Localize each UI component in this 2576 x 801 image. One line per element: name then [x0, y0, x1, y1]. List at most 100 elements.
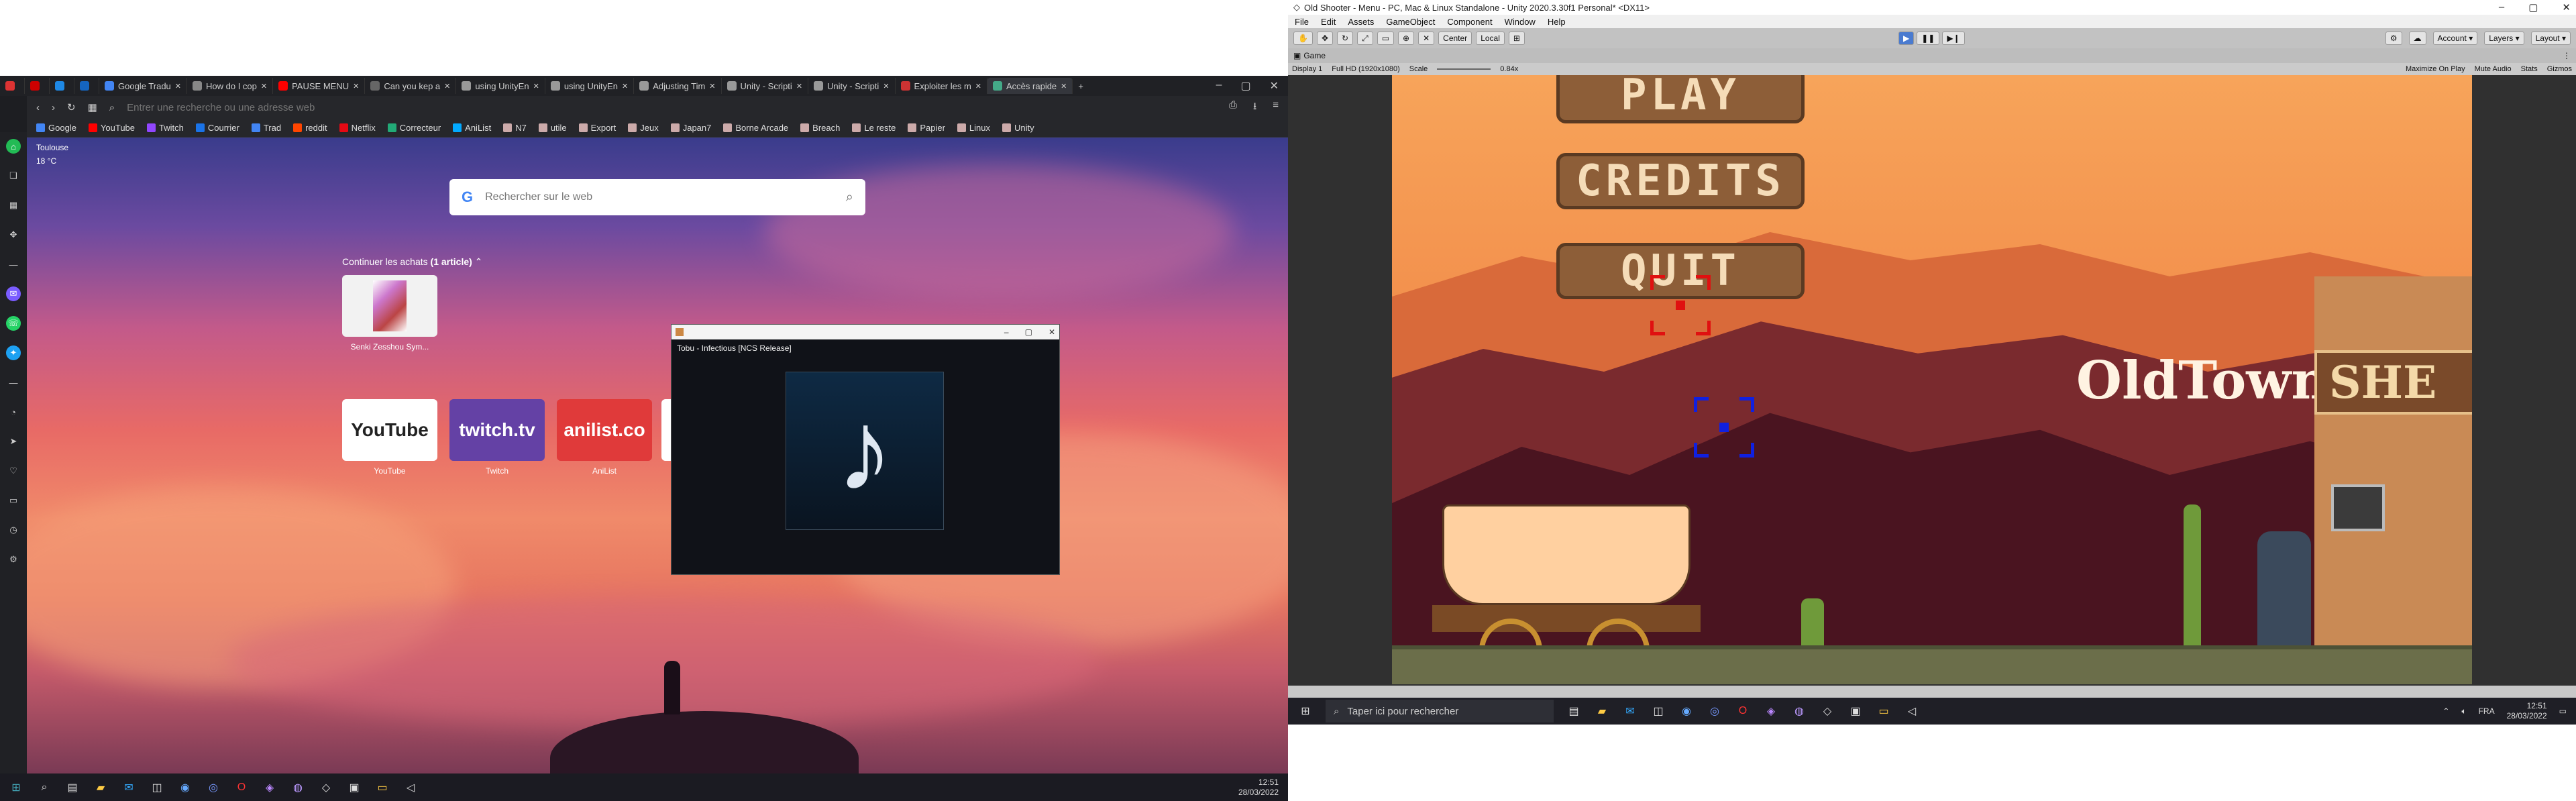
maximize-on-play-toggle[interactable]: Maximize On Play: [2406, 65, 2465, 73]
hand-tool-button[interactable]: ✋: [1293, 32, 1313, 45]
tab-close-icon[interactable]: ✕: [796, 82, 802, 91]
browser-tab[interactable]: Unity - Scripti ✕: [808, 78, 896, 94]
pivot-center-button[interactable]: Center: [1438, 32, 1472, 45]
rotate-tool-button[interactable]: ↻: [1337, 32, 1354, 45]
tab-close-icon[interactable]: ✕: [261, 82, 267, 91]
reload-icon[interactable]: ↻: [67, 101, 76, 113]
tab-close-icon[interactable]: ✕: [175, 82, 181, 91]
discord-icon[interactable]: ◎: [205, 780, 221, 796]
steam-icon[interactable]: ◉: [1678, 703, 1695, 719]
player-maximize-button[interactable]: ▢: [1025, 327, 1032, 337]
bookmark-item[interactable]: Export: [578, 123, 616, 133]
browser-tab[interactable]: Exploiter les m ✕: [896, 78, 988, 94]
bookmark-item[interactable]: Courrier: [195, 123, 239, 133]
rect-tool-button[interactable]: ▭: [1377, 32, 1395, 45]
weather-widget[interactable]: Toulouse 18 °C: [36, 143, 68, 166]
tab-close-icon[interactable]: ✕: [622, 82, 628, 91]
unity-hub-icon[interactable]: ◇: [1819, 703, 1835, 719]
grid-snap-button[interactable]: ⊞: [1508, 32, 1525, 45]
speed-dial-tile[interactable]: anilist.co: [557, 399, 652, 461]
speed-dial-tile[interactable]: twitch.tv: [449, 399, 545, 461]
bookmark-item[interactable]: Correcteur: [387, 123, 441, 133]
file-explorer-icon[interactable]: ▰: [93, 780, 109, 796]
menu-gameobject[interactable]: GameObject: [1386, 17, 1435, 27]
bookmark-item[interactable]: reddit: [293, 123, 327, 133]
bookmark-item[interactable]: Jeux: [628, 123, 659, 133]
discord-icon[interactable]: ◎: [1707, 703, 1723, 719]
bookmark-item[interactable]: Le reste: [852, 123, 896, 133]
folder-icon[interactable]: ▭: [1876, 703, 1892, 719]
back-icon[interactable]: ‹: [36, 102, 40, 113]
visual-studio-icon[interactable]: ◈: [262, 780, 278, 796]
taskbar-search[interactable]: ⌕ Taper ici pour rechercher: [1326, 700, 1554, 723]
bookmark-item[interactable]: utile: [538, 123, 567, 133]
bookmark-item[interactable]: YouTube: [88, 123, 135, 133]
tab-close-icon[interactable]: ✕: [975, 82, 981, 91]
tab-close-icon[interactable]: ✕: [1061, 82, 1067, 91]
github-icon[interactable]: ◍: [1791, 703, 1807, 719]
history-icon[interactable]: ◔: [6, 405, 21, 419]
opera-icon[interactable]: O: [1735, 703, 1751, 719]
start-icon[interactable]: ⊞: [1297, 703, 1313, 719]
browser-tab[interactable]: Can you kep a ✕: [365, 78, 457, 94]
github-icon[interactable]: ◍: [290, 780, 306, 796]
tray-chevron-icon[interactable]: ⌃: [2443, 706, 2449, 716]
folder-icon[interactable]: ▭: [374, 780, 390, 796]
game-render[interactable]: PLAY CREDITS QUIT OldTown SHE: [1392, 75, 2472, 684]
custom-tool-button[interactable]: ✕: [1418, 32, 1435, 45]
store-icon[interactable]: ◫: [1650, 703, 1666, 719]
browser-tab[interactable]: [0, 78, 25, 94]
bookmark-item[interactable]: Trad: [251, 123, 281, 133]
browser-tab[interactable]: [50, 78, 74, 94]
unity-editor-icon[interactable]: ◁: [402, 780, 419, 796]
bookmark-item[interactable]: Google: [36, 123, 76, 133]
grid-icon[interactable]: ▦: [88, 101, 97, 113]
notepad-icon[interactable]: ▣: [1847, 703, 1864, 719]
player-minimize-button[interactable]: –: [1004, 327, 1009, 337]
play-button[interactable]: ▶: [1898, 32, 1915, 45]
menu-assets[interactable]: Assets: [1348, 17, 1374, 27]
tab-close-icon[interactable]: ✕: [533, 82, 539, 91]
menu-file[interactable]: File: [1295, 17, 1309, 27]
credits-menu-button[interactable]: CREDITS: [1556, 153, 1805, 209]
twitter-icon[interactable]: ✦: [6, 345, 21, 360]
bookmark-item[interactable]: Japan7: [670, 123, 711, 133]
scale-slider[interactable]: [1437, 68, 1491, 70]
clock-icon[interactable]: ◷: [6, 523, 21, 537]
browser-tab[interactable]: using UnityEn ✕: [545, 78, 635, 94]
store-icon[interactable]: ◫: [149, 780, 165, 796]
browser-tab[interactable]: PAUSE MENU ✕: [273, 78, 366, 94]
bookmark-item[interactable]: Borne Arcade: [723, 123, 788, 133]
menu-edit[interactable]: Edit: [1321, 17, 1336, 27]
menu-window[interactable]: Window: [1505, 17, 1536, 27]
unity-hub-icon[interactable]: ◇: [318, 780, 334, 796]
transform-tool-button[interactable]: ⊕: [1398, 32, 1415, 45]
home-icon[interactable]: ⌂: [6, 139, 21, 154]
notifications-icon[interactable]: ▭: [2559, 706, 2567, 716]
language-indicator[interactable]: FRA: [2479, 706, 2495, 716]
tab-close-icon[interactable]: ✕: [444, 82, 450, 91]
menu-help[interactable]: Help: [1548, 17, 1566, 27]
menu-component[interactable]: Component: [1447, 17, 1492, 27]
speed-dial-tile[interactable]: YouTube: [342, 399, 437, 461]
bookmarks-icon[interactable]: ❏: [6, 168, 21, 183]
browser-tab[interactable]: Unity - Scripti ✕: [722, 78, 809, 94]
tab-close-icon[interactable]: ✕: [883, 82, 889, 91]
workspaces-icon[interactable]: ▦: [6, 198, 21, 213]
file-explorer-icon[interactable]: ▰: [1594, 703, 1610, 719]
layers-dropdown[interactable]: Layers ▾: [2484, 32, 2524, 45]
chevron-up-icon[interactable]: ⌃: [475, 256, 483, 267]
bookmark-item[interactable]: AniList: [453, 123, 491, 133]
games-icon[interactable]: ✥: [6, 227, 21, 242]
scale-tool-button[interactable]: ⤢: [1357, 32, 1373, 45]
bookmark-item[interactable]: Linux: [957, 123, 990, 133]
browser-tab[interactable]: using UnityEn ✕: [456, 78, 545, 94]
maximize-button[interactable]: ▢: [2528, 1, 2538, 13]
forward-icon[interactable]: ›: [52, 102, 55, 113]
bookmark-item[interactable]: N7: [503, 123, 527, 133]
taskbar-clock-left[interactable]: 12:51 28/03/2022: [1238, 778, 1288, 798]
flow-icon[interactable]: ▭: [6, 493, 21, 508]
download-icon[interactable]: ⭳: [1253, 99, 1256, 116]
resolution-dropdown[interactable]: Full HD (1920x1080): [1332, 65, 1400, 73]
visual-studio-icon[interactable]: ◈: [1763, 703, 1779, 719]
